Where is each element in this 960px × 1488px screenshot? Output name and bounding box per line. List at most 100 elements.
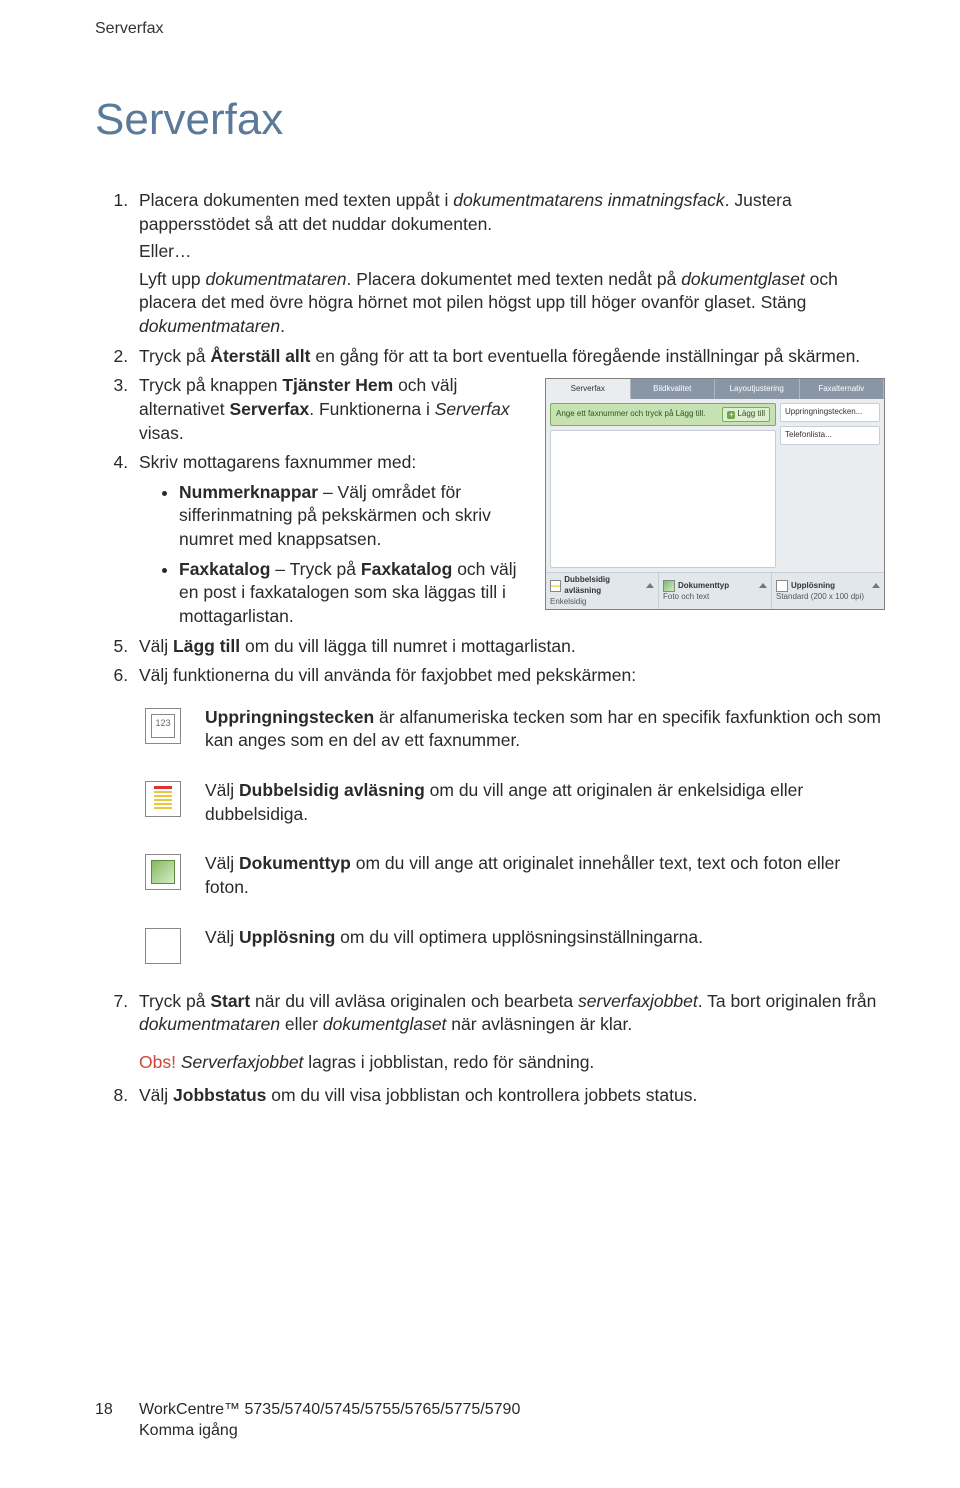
shot-b2-value: Foto och text [663, 592, 767, 603]
feature-duplex: Välj Dubbelsidig avläsning om du vill an… [145, 779, 885, 826]
step-1-alt: Lyft upp dokumentmataren. Placera dokume… [139, 268, 885, 339]
shot-b2-title: Dokumenttyp [678, 581, 729, 592]
step-8-a: Välj [139, 1085, 173, 1105]
running-header: Serverfax [95, 18, 885, 40]
chevron-up-icon [872, 583, 880, 588]
shot-b3-title: Upplösning [791, 581, 835, 592]
f-res-c: om du vill optimera upplösningsinställni… [335, 927, 703, 947]
f-dial-bold: Uppringningstecken [205, 707, 374, 727]
f-doc-a: Välj [205, 853, 239, 873]
doctype-icon [663, 580, 675, 592]
step-7-i: när avläsningen är klar. [446, 1014, 632, 1034]
step-1b-d: . [280, 316, 285, 336]
page-title: Serverfax [95, 90, 885, 149]
step-4-intro: Skriv mottagarens faxnummer med: [139, 452, 416, 472]
chevron-up-icon [759, 583, 767, 588]
duplex-icon [145, 781, 181, 817]
step-5: Välj Lägg till om du vill lägga till num… [133, 635, 885, 659]
step-3-g: visas. [139, 423, 184, 443]
chevron-up-icon [646, 583, 654, 588]
steps-list: Placera dokumenten med texten uppåt i do… [95, 189, 885, 688]
plus-icon: + [727, 411, 735, 419]
step-7: Tryck på Start när du vill avläsa origin… [133, 990, 885, 1075]
step-1b-a: Lyft upp [139, 269, 205, 289]
feature-resolution: Välj Upplösning om du vill optimera uppl… [145, 926, 885, 964]
screenshot-serverfax: Serverfax Bildkvalitet Layoutjustering F… [545, 378, 885, 610]
shot-add-label: Lägg till [737, 409, 765, 420]
step-1-text-a: Placera dokumenten med texten uppåt i [139, 190, 453, 210]
step-2-c: en gång för att ta bort eventuella föreg… [311, 346, 861, 366]
f-doc-bold: Dokumenttyp [239, 853, 351, 873]
f-res-a: Välj [205, 927, 239, 947]
shot-tab-bildkvalitet[interactable]: Bildkvalitet [631, 379, 716, 399]
shot-b1-value: Enkelsidig [550, 597, 654, 608]
shot-b3-value: Standard (200 x 100 dpi) [776, 592, 880, 603]
shot-opt-duplex[interactable]: Dubbelsidig avläsning Enkelsidig [546, 573, 659, 609]
step-3-e: . Funktionerna i [309, 399, 434, 419]
shot-opt-resolution[interactable]: Upplösning Standard (200 x 100 dpi) [772, 573, 884, 609]
step-7-d: serverfaxjobbet [578, 991, 698, 1011]
step-1: Placera dokumenten med texten uppåt i do… [133, 189, 885, 339]
page-footer: 18 WorkCentre™ 5735/5740/5745/5755/5765/… [95, 1399, 885, 1442]
shot-bottom-options: Dubbelsidig avläsning Enkelsidig Dokumen… [546, 572, 884, 609]
note-body: lagras i jobblistan, redo för sändning. [303, 1052, 594, 1072]
step-1b-b: . Placera dokumentet med texten nedåt på [347, 269, 682, 289]
step-2-bold: Återställ allt [210, 346, 310, 366]
step-3-b: Tjänster Hem [282, 375, 393, 395]
step-1b-i1: dokumentmataren [205, 269, 346, 289]
step-3-d: Serverfax [229, 399, 309, 419]
step-1b-i3: dokumentmataren [139, 316, 280, 336]
step-8-bold: Jobbstatus [173, 1085, 266, 1105]
step-7-h: dokumentglaset [323, 1014, 447, 1034]
step-4-b2-bold1: Faxkatalog [179, 559, 270, 579]
step-7-a: Tryck på [139, 991, 210, 1011]
step-5-bold: Lägg till [173, 636, 240, 656]
note-label: Obs! [139, 1052, 176, 1072]
step-1-or: Eller… [139, 240, 885, 264]
shot-recipient-list[interactable] [550, 430, 776, 568]
shot-phonelist-button[interactable]: Telefonlista... [780, 426, 880, 445]
shot-hintbar: Ange ett faxnummer och tryck på Lägg til… [550, 403, 776, 426]
step-7-bold: Start [210, 991, 250, 1011]
step-1-italic-1: dokumentmatarens inmatningsfack [453, 190, 724, 210]
resolution-icon [145, 928, 181, 964]
footer-product-sub: Komma igång [139, 1420, 520, 1442]
step-4-b1-bold: Nummerknappar [179, 482, 318, 502]
feature-resolution-text: Välj Upplösning om du vill optimera uppl… [205, 926, 885, 950]
shot-tab-layout[interactable]: Layoutjustering [715, 379, 800, 399]
step-8-c: om du vill visa jobblistan och kontrolle… [266, 1085, 697, 1105]
resolution-icon [776, 580, 788, 592]
step-7-note: Obs! Serverfaxjobbet lagras i jobblistan… [139, 1051, 885, 1075]
f-dup-bold: Dubbelsidig avläsning [239, 780, 425, 800]
shot-tab-faxalt[interactable]: Faxalternativ [800, 379, 885, 399]
dialchars-icon [145, 708, 181, 744]
feature-dialchars: Uppringningstecken är alfanumeriska teck… [145, 706, 885, 753]
shot-b1-title: Dubbelsidig avläsning [564, 575, 643, 597]
shot-tabs: Serverfax Bildkvalitet Layoutjustering F… [546, 379, 884, 399]
step-6-text: Välj funktionerna du vill använda för fa… [139, 665, 636, 685]
step-1b-i2: dokumentglaset [681, 269, 805, 289]
step-4-b2-a: – Tryck på [270, 559, 360, 579]
step-7-e: . Ta bort originalen från [698, 991, 877, 1011]
feature-duplex-text: Välj Dubbelsidig avläsning om du vill an… [205, 779, 885, 826]
footer-product: WorkCentre™ 5735/5740/5745/5755/5765/577… [139, 1399, 520, 1442]
footer-page-number: 18 [95, 1399, 115, 1421]
shot-add-button[interactable]: +Lägg till [722, 407, 770, 422]
shot-opt-doctype[interactable]: Dokumenttyp Foto och text [659, 573, 772, 609]
shot-tab-serverfax[interactable]: Serverfax [546, 379, 631, 399]
feature-doctype: Välj Dokumenttyp om du vill ange att ori… [145, 852, 885, 899]
step-2: Tryck på Återställ allt en gång för att … [133, 345, 885, 369]
step-6: Välj funktionerna du vill använda för fa… [133, 664, 885, 688]
f-dup-a: Välj [205, 780, 239, 800]
note-italic: Serverfaxjobbet [181, 1052, 304, 1072]
step-2-a: Tryck på [139, 346, 210, 366]
feature-doctype-text: Välj Dokumenttyp om du vill ange att ori… [205, 852, 885, 899]
shot-hint-text: Ange ett faxnummer och tryck på Lägg til… [556, 409, 705, 420]
step-7-c: när du vill avläsa originalen och bearbe… [250, 991, 578, 1011]
step-3-a: Tryck på knappen [139, 375, 282, 395]
footer-product-name: WorkCentre™ 5735/5740/5745/5755/5765/577… [139, 1399, 520, 1421]
f-res-bold: Upplösning [239, 927, 335, 947]
step-3: Serverfax Bildkvalitet Layoutjustering F… [133, 374, 885, 445]
step-8: Välj Jobbstatus om du vill visa jobblist… [133, 1084, 885, 1108]
shot-dialchars-button[interactable]: Uppringningstecken... [780, 403, 880, 422]
